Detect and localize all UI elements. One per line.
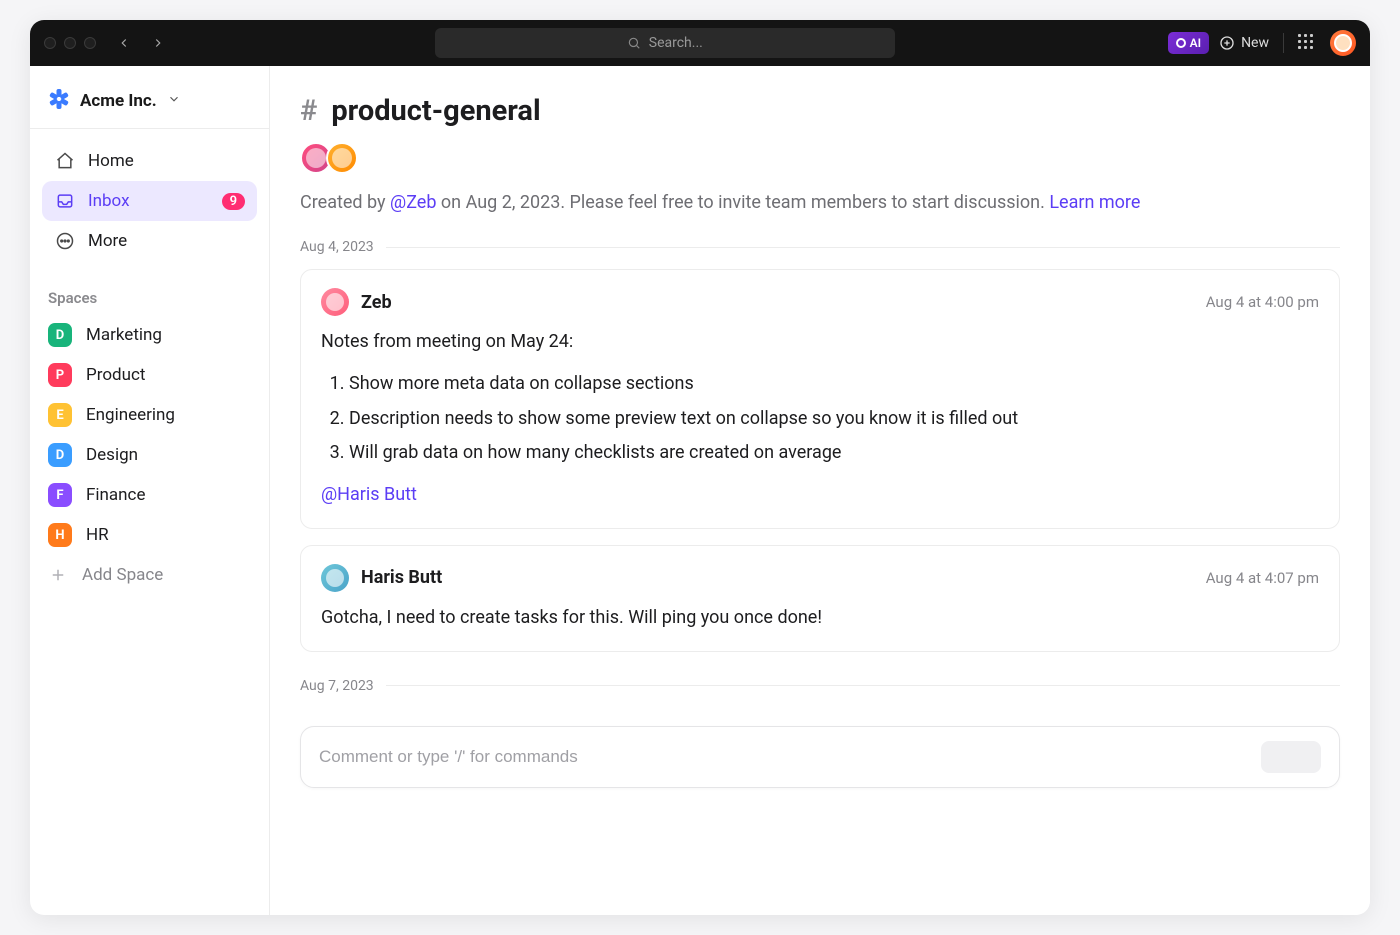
nav-home[interactable]: Home	[42, 141, 257, 181]
message-body: Gotcha, I need to create tasks for this.…	[321, 604, 1319, 633]
comment-composer[interactable]	[300, 726, 1340, 788]
more-icon	[54, 230, 76, 252]
home-icon	[54, 150, 76, 172]
search-placeholder: Search...	[649, 35, 703, 51]
send-button[interactable]	[1261, 741, 1321, 773]
space-icon: H	[48, 523, 72, 547]
titlebar-right: New	[1219, 30, 1356, 56]
space-icon: E	[48, 403, 72, 427]
channel-title: # product-general	[300, 94, 1340, 128]
date-separator: Aug 7, 2023	[300, 678, 1340, 694]
hash-icon: #	[300, 94, 317, 128]
ai-icon	[1176, 38, 1186, 48]
forward-button[interactable]	[146, 31, 170, 55]
space-icon: D	[48, 323, 72, 347]
new-button[interactable]: New	[1219, 35, 1269, 51]
chevron-down-icon	[167, 91, 181, 111]
creator-mention[interactable]: @Zeb	[390, 192, 436, 213]
inbox-icon	[54, 190, 76, 212]
search-input[interactable]: Search...	[435, 28, 895, 58]
space-icon: D	[48, 443, 72, 467]
space-label: HR	[86, 525, 109, 545]
space-item-marketing[interactable]: D Marketing	[30, 315, 269, 355]
author-name: Zeb	[361, 292, 392, 313]
author-name: Haris Butt	[361, 567, 442, 588]
plus-circle-icon	[1219, 35, 1235, 51]
inbox-badge: 9	[222, 193, 245, 210]
user-avatar[interactable]	[1330, 30, 1356, 56]
max-dot[interactable]	[84, 37, 96, 49]
close-dot[interactable]	[44, 37, 56, 49]
learn-more-link[interactable]: Learn more	[1049, 192, 1140, 213]
space-item-product[interactable]: P Product	[30, 355, 269, 395]
channel-meta: Created by @Zeb on Aug 2, 2023. Please f…	[300, 192, 1340, 213]
nav-inbox[interactable]: Inbox 9	[42, 181, 257, 221]
nav-more[interactable]: More	[42, 221, 257, 261]
author-avatar[interactable]	[321, 564, 349, 592]
search-icon	[627, 36, 641, 50]
window-controls[interactable]	[44, 37, 96, 49]
space-label: Product	[86, 365, 145, 385]
mention-link[interactable]: @Haris Butt	[321, 484, 417, 505]
spaces-section-label: Spaces	[30, 273, 269, 315]
main-content: # product-general Created by @Zeb on Aug…	[270, 66, 1370, 915]
ai-button[interactable]: AI	[1168, 32, 1209, 54]
space-item-design[interactable]: D Design	[30, 435, 269, 475]
space-icon: P	[48, 363, 72, 387]
workspace-switcher[interactable]: Acme Inc.	[30, 80, 269, 129]
message-card[interactable]: Haris Butt Aug 4 at 4:07 pm Gotcha, I ne…	[300, 545, 1340, 652]
add-space-button[interactable]: Add Space	[30, 555, 269, 595]
min-dot[interactable]	[64, 37, 76, 49]
space-item-engineering[interactable]: E Engineering	[30, 395, 269, 435]
space-item-finance[interactable]: F Finance	[30, 475, 269, 515]
message-card[interactable]: Zeb Aug 4 at 4:00 pm Notes from meeting …	[300, 269, 1340, 529]
member-avatar[interactable]	[326, 142, 358, 174]
sidebar: Acme Inc. Home Inbox 9 More Spaces	[30, 66, 270, 915]
workspace-name: Acme Inc.	[80, 91, 157, 111]
space-label: Marketing	[86, 325, 162, 345]
comment-input[interactable]	[319, 747, 1261, 767]
divider	[1283, 33, 1284, 53]
workspace-logo-icon	[48, 90, 70, 112]
back-button[interactable]	[112, 31, 136, 55]
date-separator: Aug 4, 2023	[300, 239, 1340, 255]
titlebar: Search... AI New	[30, 20, 1370, 66]
space-label: Finance	[86, 485, 145, 505]
message-time: Aug 4 at 4:00 pm	[1206, 293, 1319, 311]
apps-grid-icon[interactable]	[1298, 34, 1316, 52]
plus-icon	[48, 565, 68, 585]
author-avatar[interactable]	[321, 288, 349, 316]
message-time: Aug 4 at 4:07 pm	[1206, 569, 1319, 587]
space-item-hr[interactable]: H HR	[30, 515, 269, 555]
space-label: Design	[86, 445, 138, 465]
message-body: Notes from meeting on May 24: Show more …	[321, 328, 1319, 510]
channel-members[interactable]	[300, 142, 1340, 174]
app-window: Search... AI New	[30, 20, 1370, 915]
space-label: Engineering	[86, 405, 175, 425]
space-icon: F	[48, 483, 72, 507]
